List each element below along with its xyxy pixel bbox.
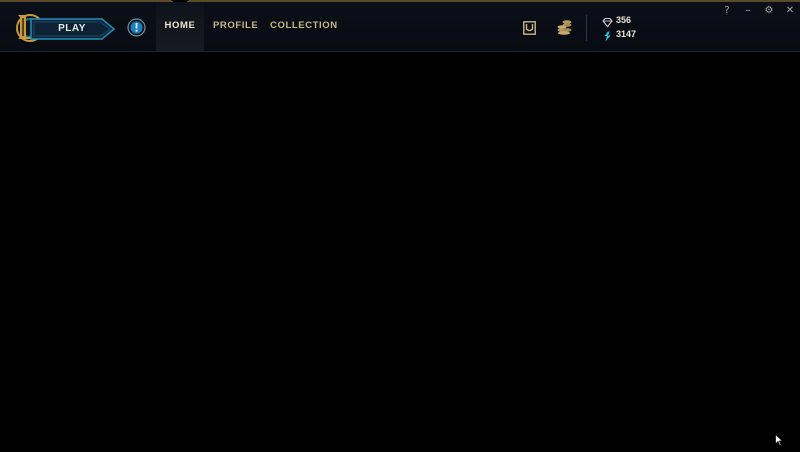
tab-collection[interactable]: COLLECTION (270, 2, 338, 51)
help-button[interactable]: ? (720, 4, 734, 18)
close-button[interactable]: ✕ (783, 4, 797, 18)
top-navigation-bar: PLAY 356 3147 (0, 2, 800, 52)
main-content-area (0, 52, 800, 452)
loot-icon[interactable] (555, 19, 573, 36)
minimize-button[interactable]: – (741, 4, 755, 18)
blue-essence-value: 3147 (616, 29, 637, 39)
riot-points-value: 356 (616, 15, 632, 25)
tab-profile[interactable]: PROFILE (213, 2, 258, 51)
blue-essence-icon (602, 29, 613, 42)
play-button[interactable]: PLAY (30, 18, 116, 40)
riot-points-icon (602, 15, 613, 28)
settings-button[interactable]: ⚙ (762, 4, 776, 18)
currency-divider (586, 15, 587, 41)
tab-home[interactable]: HOME (156, 2, 204, 51)
store-icon[interactable] (523, 21, 536, 35)
client-window: PLAY 356 3147 HOME PROFILE COLLECTION ? … (0, 0, 800, 452)
exclamation-icon[interactable] (127, 18, 146, 37)
play-button-label: PLAY (58, 23, 86, 34)
mouse-cursor-icon (775, 434, 783, 446)
